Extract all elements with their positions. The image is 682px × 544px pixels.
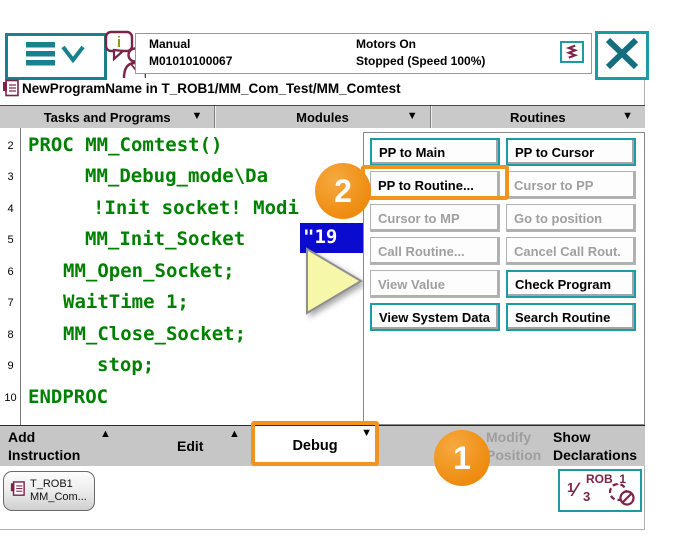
main-menu-button[interactable] xyxy=(5,33,107,80)
chevron-down-icon: ▼ xyxy=(191,110,202,122)
line-number: 9 xyxy=(2,360,19,372)
code-line[interactable]: WaitTime 1; xyxy=(63,291,189,313)
annotation-step-badge: 2 xyxy=(315,163,371,219)
tab-routines[interactable]: Routines ▼ xyxy=(430,106,645,129)
motors-off-icon xyxy=(606,481,636,512)
window-bottom-edge xyxy=(0,529,645,530)
tab-label: Routines xyxy=(510,110,566,125)
code-line[interactable]: ENDPROC xyxy=(28,386,108,408)
view-value-button[interactable]: View Value xyxy=(370,270,500,298)
check-program-button[interactable]: Check Program xyxy=(506,270,636,298)
annotation-rect-pp-to-routine xyxy=(361,165,509,200)
speed-fraction-denominator: 3 xyxy=(583,489,590,504)
task-name: T_ROB1 xyxy=(30,478,73,490)
chevron-up-icon: ▲ xyxy=(229,428,240,440)
tab-modules[interactable]: Modules ▼ xyxy=(214,106,429,129)
add-instruction-menu[interactable]: Add Instruction xyxy=(8,428,103,464)
svg-text:i: i xyxy=(117,34,121,51)
annotation-step-badge: 1 xyxy=(434,430,490,486)
program-editor-icon xyxy=(2,79,19,98)
code-line[interactable]: MM_Init_Socket xyxy=(85,228,245,250)
breadcrumb: NewProgramName in T_ROB1/MM_Com_Test/MM_… xyxy=(22,81,401,96)
line-number: 8 xyxy=(2,329,19,341)
cancel-call-rout-button[interactable]: Cancel Call Rout. xyxy=(506,237,636,265)
code-line[interactable]: stop; xyxy=(97,354,154,376)
motor-state: Motors On xyxy=(356,37,416,51)
go-to-position-button[interactable]: Go to position xyxy=(506,204,636,232)
line-number: 7 xyxy=(2,297,19,309)
tab-label: Tasks and Programs xyxy=(44,110,171,125)
hamburger-menu-icon xyxy=(25,40,87,73)
edit-menu[interactable]: Edit xyxy=(177,437,203,455)
chevron-down-icon: ▼ xyxy=(407,110,418,122)
tab-tasks-and-programs[interactable]: Tasks and Programs ▼ xyxy=(0,106,214,129)
code-line[interactable]: !Init socket! Modi xyxy=(93,197,299,219)
task-program-taskbar-button[interactable]: T_ROB1 MM_Com... xyxy=(3,471,95,511)
cursor-to-mp-button[interactable]: Cursor to MP xyxy=(370,204,500,232)
line-number: 3 xyxy=(2,171,19,183)
flexpendant-screen: i Manual M01010100067 Motors On Stopped … xyxy=(0,0,682,544)
line-number: 5 xyxy=(2,234,19,246)
mechanical-unit-status[interactable]: ROB_1 1 ⁄ 3 xyxy=(558,469,642,512)
close-icon xyxy=(601,35,643,77)
tab-label: Modules xyxy=(296,110,349,125)
pp-to-cursor-button[interactable]: PP to Cursor xyxy=(506,138,636,166)
pp-to-main-button[interactable]: PP to Main xyxy=(370,138,500,166)
search-routine-button[interactable]: Search Routine xyxy=(506,303,636,331)
editor-tab-bar: Tasks and Programs ▼ Modules ▼ Routines … xyxy=(0,105,645,130)
operating-mode: Manual xyxy=(149,37,190,51)
call-routine-button[interactable]: Call Routine... xyxy=(370,237,500,265)
line-number: 10 xyxy=(2,392,19,404)
line-number: 2 xyxy=(2,140,19,152)
code-line[interactable]: MM_Debug_mode\Da xyxy=(85,165,268,187)
module-name: MM_Com... xyxy=(30,491,87,503)
code-line[interactable]: MM_Close_Socket; xyxy=(63,323,246,345)
cursor-to-pp-button[interactable]: Cursor to PP xyxy=(506,171,636,199)
execution-state: Stopped (Speed 100%) xyxy=(356,54,485,68)
close-button[interactable] xyxy=(595,31,649,80)
pointer-arrow-annotation xyxy=(303,245,365,324)
code-line[interactable]: MM_Open_Socket; xyxy=(63,260,235,282)
controller-status-bar[interactable]: Manual M01010100067 Motors On Stopped (S… xyxy=(135,33,592,74)
controller-id: M01010100067 xyxy=(149,54,232,68)
line-number: 4 xyxy=(2,203,19,215)
gutter-divider xyxy=(20,128,21,425)
quickset-icon[interactable] xyxy=(560,41,584,63)
annotation-rect-debug xyxy=(251,421,379,466)
fraction-slash: ⁄ xyxy=(574,480,577,502)
code-line[interactable]: PROC MM_Comtest() xyxy=(28,134,222,156)
chevron-down-icon: ▼ xyxy=(622,110,633,122)
view-system-data-button[interactable]: View System Data xyxy=(370,303,500,331)
chevron-up-icon: ▲ xyxy=(100,428,111,440)
program-editor-icon xyxy=(10,479,25,504)
line-number: 6 xyxy=(2,266,19,278)
show-declarations-menu[interactable]: Show Declarations xyxy=(553,428,658,464)
